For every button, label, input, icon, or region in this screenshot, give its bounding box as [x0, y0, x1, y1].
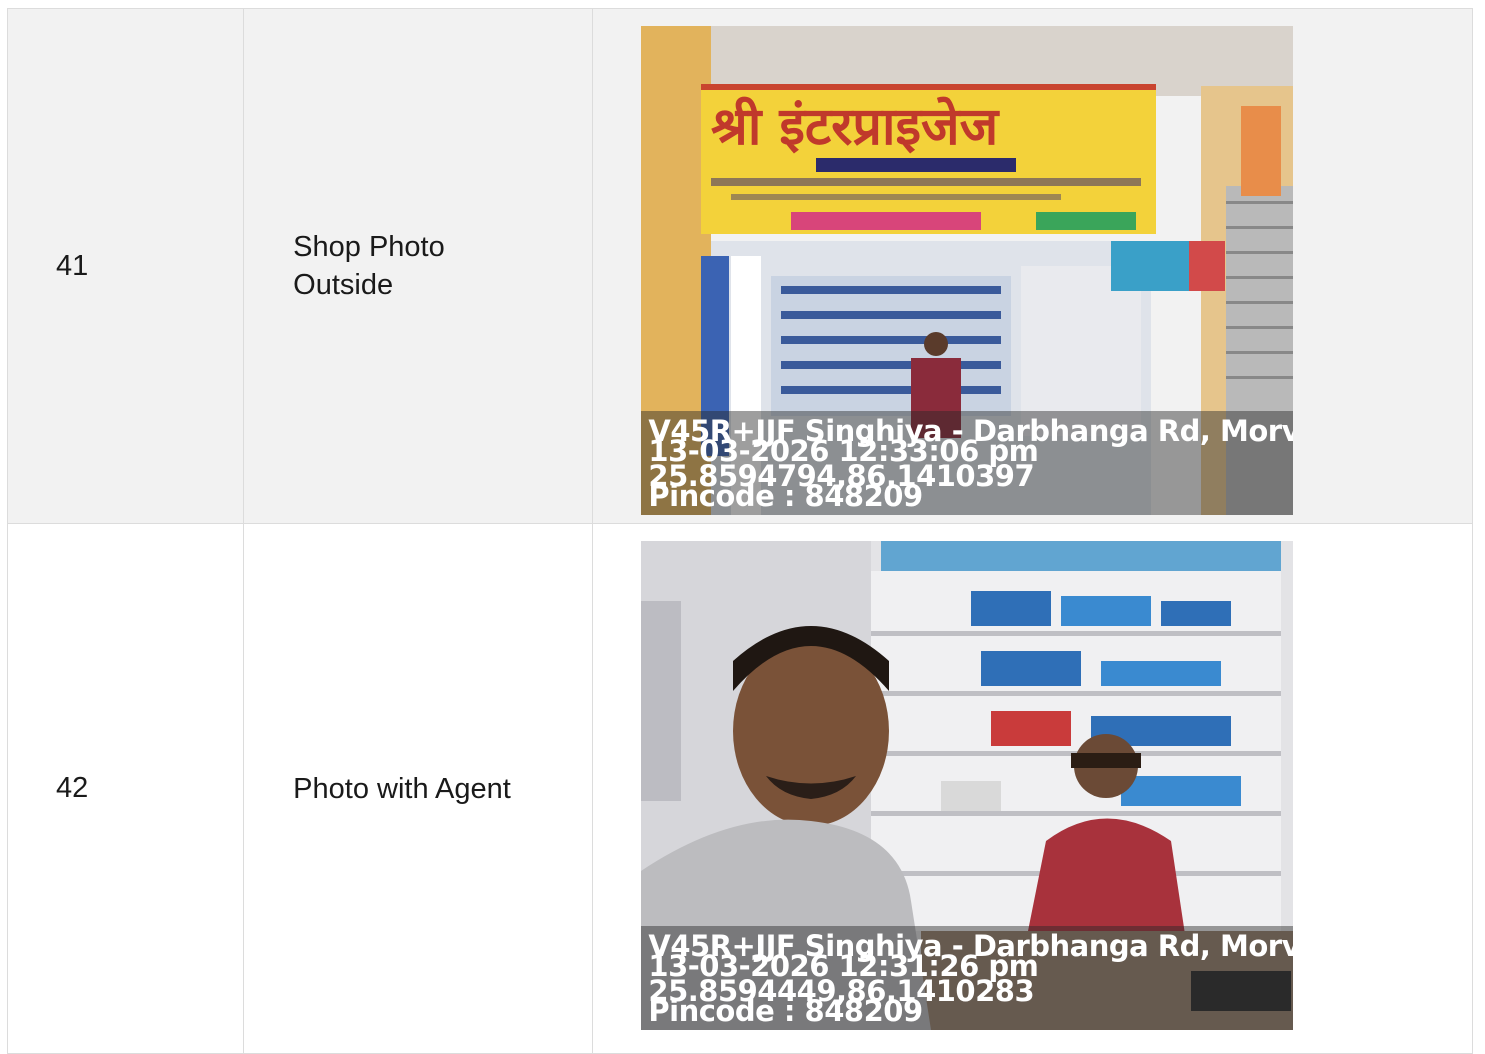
sign-text: श्री इंटरप्राइजेज — [711, 96, 1001, 157]
stamp-pincode: Pincode : 848209 — [648, 479, 923, 513]
photo-label-cell: Photo with Agent — [243, 523, 594, 1054]
photo-report-table: 41 Shop Photo Outside श्री इंटरप्राइजेज — [6, 8, 1473, 1054]
shop-outside-photo: श्री इंटरप्राइजेज V45R+JJF Singhiya - Da… — [641, 26, 1294, 515]
stamp-pincode: Pincode : 848209 — [648, 994, 923, 1028]
agent-photo: V45R+JJF Singhiya - Darbhanga Rd, Morvar… — [641, 541, 1294, 1030]
photo-cell: श्री इंटरप्राइजेज V45R+JJF Singhiya - Da… — [592, 8, 1473, 524]
serial-number-cell: 41 — [6, 8, 245, 524]
serial-number-cell: 42 — [6, 523, 245, 1054]
photo-label: Photo with Agent — [293, 772, 511, 805]
photo-label: Shop Photo Outside — [293, 231, 445, 301]
table-row: 41 Shop Photo Outside श्री इंटरप्राइजेज — [6, 8, 1473, 524]
table-row: 42 Photo with Agent V45R+JJF Singhiya - … — [6, 523, 1473, 1054]
photo-label-cell: Shop Photo Outside — [243, 8, 594, 524]
photo-cell: V45R+JJF Singhiya - Darbhanga Rd, Morvar… — [592, 523, 1473, 1054]
geo-stamp-overlay: V45R+JJF Singhiya - Darbhanga Rd, Morvar… — [641, 411, 1294, 515]
geo-stamp-overlay: V45R+JJF Singhiya - Darbhanga Rd, Morvar… — [641, 926, 1294, 1030]
